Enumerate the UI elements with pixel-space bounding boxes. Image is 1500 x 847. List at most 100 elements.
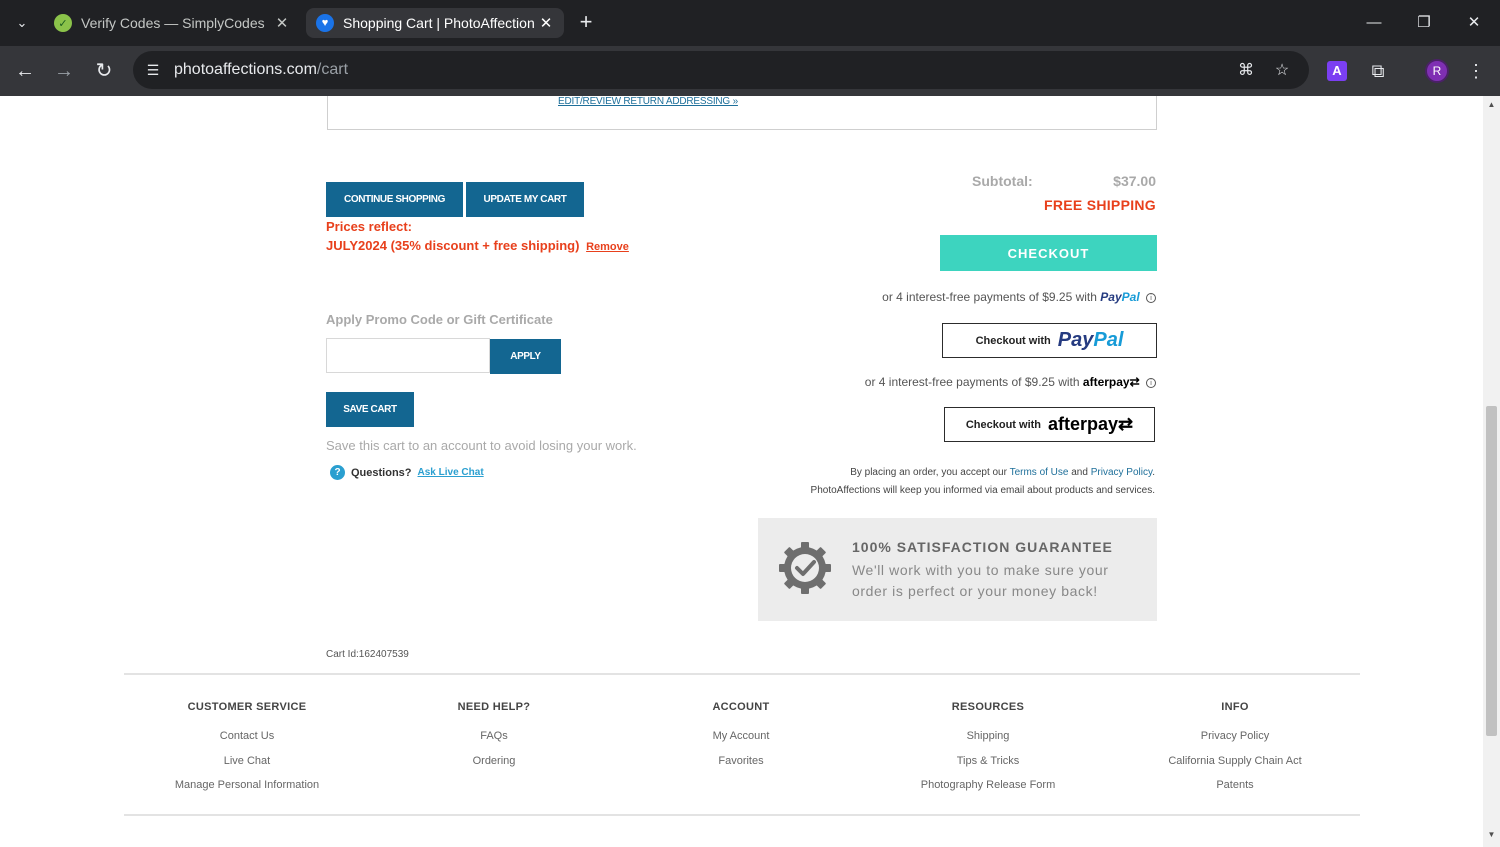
afterpay-note-text: or 4 interest-free payments of $9.25 wit…: [864, 375, 1080, 389]
checkout-button[interactable]: CHECKOUT: [940, 235, 1157, 271]
terms-and: and: [1071, 467, 1088, 478]
free-shipping-label: FREE SHIPPING: [1043, 197, 1156, 213]
scrollbar-thumb[interactable]: [1486, 406, 1497, 736]
save-cart-hint: Save this cart to an account to avoid lo…: [326, 438, 637, 453]
terms-prefix: By placing an order, you accept our: [850, 467, 1007, 478]
close-window-icon[interactable]: ✕: [1451, 8, 1497, 38]
tab-title: Verify Codes — SimplyCodes: [81, 15, 265, 31]
footer-heading: NEED HELP?: [457, 701, 531, 713]
new-tab-icon[interactable]: +: [574, 11, 598, 35]
applied-promo: JULY2024 (35% discount + free shipping) …: [326, 238, 629, 253]
afterpay-word: afterpay: [1082, 375, 1130, 389]
subtotal-value: $37.00: [1113, 173, 1156, 189]
address-bar[interactable]: ☰ photoaffections.com/cart ⌘ ☆: [133, 51, 1309, 89]
scroll-up-arrow-icon[interactable]: ▲: [1483, 100, 1500, 109]
promo-code-input[interactable]: [326, 338, 490, 373]
footer-divider-top: [124, 673, 1360, 675]
footer-column-account: ACCOUNT My Account Favorites: [621, 701, 861, 773]
edit-return-address-link[interactable]: EDIT/REVIEW RETURN ADDRESSING »: [558, 96, 738, 107]
tab-bar: ⌄ ✓ Verify Codes — SimplyCodes ✕ ♥ Shopp…: [0, 0, 1500, 46]
footer-link-ordering[interactable]: Ordering: [374, 749, 614, 774]
restore-icon[interactable]: ❐: [1401, 8, 1447, 38]
footer-divider-bottom: [124, 814, 1360, 816]
email-notice: PhotoAffections will keep you informed v…: [810, 485, 1155, 496]
footer-link-contact-us[interactable]: Contact Us: [127, 724, 367, 749]
page-content: EDIT/REVIEW RETURN ADDRESSING » CONTINUE…: [0, 96, 1483, 847]
paypal-logo-small: PayPal: [1100, 290, 1139, 304]
afterpay-logo-word: afterpay: [1048, 414, 1119, 434]
update-cart-button[interactable]: UPDATE MY CART: [466, 182, 584, 217]
translate-icon[interactable]: ⌘: [1235, 60, 1257, 82]
photoaffections-favicon-icon: ♥: [316, 14, 334, 32]
afterpay-installments-note: or 4 interest-free payments of $9.25 wit…: [865, 375, 1156, 389]
page-scrollbar[interactable]: ▲ ▼: [1483, 96, 1500, 847]
back-icon[interactable]: ←: [10, 56, 40, 86]
paypal-pal: Pal: [1121, 290, 1140, 304]
tab-shopping-cart[interactable]: ♥ Shopping Cart | PhotoAffections ✕: [306, 8, 564, 38]
info-icon[interactable]: i: [1146, 378, 1156, 388]
guarantee-badge-icon: [779, 542, 831, 594]
profile-avatar[interactable]: R: [1425, 59, 1449, 83]
terms-of-use-link[interactable]: Terms of Use: [1010, 467, 1069, 478]
privacy-policy-link[interactable]: Privacy Policy: [1091, 467, 1153, 478]
live-chat-link[interactable]: Ask Live Chat: [418, 467, 484, 478]
footer-link-my-account[interactable]: My Account: [621, 724, 861, 749]
footer-column-info: INFO Privacy Policy California Supply Ch…: [1115, 701, 1355, 798]
subtotal-label: Subtotal:: [972, 173, 1033, 189]
apply-promo-button[interactable]: APPLY: [490, 339, 561, 374]
url-host: photoaffections.com: [174, 61, 317, 78]
close-tab-icon[interactable]: ✕: [270, 14, 294, 32]
bookmark-star-icon[interactable]: ☆: [1271, 60, 1293, 82]
minimize-icon[interactable]: —: [1351, 8, 1397, 38]
footer-link-photo-release-form[interactable]: Photography Release Form: [868, 773, 1108, 798]
footer-column-need-help: NEED HELP? FAQs Ordering: [374, 701, 614, 773]
url-text[interactable]: photoaffections.com/cart: [174, 61, 348, 79]
footer-link-supply-chain-act[interactable]: California Supply Chain Act: [1115, 749, 1355, 774]
footer-link-tips-tricks[interactable]: Tips & Tricks: [868, 749, 1108, 774]
save-cart-button[interactable]: SAVE CART: [326, 392, 414, 427]
browser-toolbar: ← → ↻ ☰ photoaffections.com/cart ⌘ ☆ A ⧉…: [0, 46, 1500, 96]
footer-link-live-chat[interactable]: Live Chat: [127, 749, 367, 774]
afterpay-logo-small: afterpay⇄: [1082, 375, 1140, 389]
browser-chrome: ⌄ ✓ Verify Codes — SimplyCodes ✕ ♥ Shopp…: [0, 0, 1500, 96]
guarantee-title: 100% SATISFACTION GUARANTEE: [852, 539, 1113, 555]
question-icon: ?: [330, 465, 345, 480]
footer-heading: CUSTOMER SERVICE: [187, 701, 307, 713]
questions-label: Questions?: [351, 466, 412, 479]
tab-search-icon[interactable]: ⌄: [10, 12, 34, 34]
extension-a-icon[interactable]: A: [1327, 61, 1347, 81]
simplycodes-favicon-icon: ✓: [54, 14, 72, 32]
footer-heading: RESOURCES: [951, 701, 1025, 713]
forward-icon[interactable]: →: [49, 56, 79, 86]
scroll-down-arrow-icon[interactable]: ▼: [1483, 830, 1500, 839]
return-address-box: [327, 96, 1157, 130]
afterpay-checkout-button[interactable]: Checkout with afterpay⇄: [944, 407, 1155, 442]
footer-link-patents[interactable]: Patents: [1115, 773, 1355, 798]
footer-heading: INFO: [1221, 701, 1249, 713]
paypal-installments-note: or 4 interest-free payments of $9.25 wit…: [882, 290, 1156, 304]
remove-promo-link[interactable]: Remove: [586, 241, 629, 253]
footer-link-faqs[interactable]: FAQs: [374, 724, 614, 749]
applied-promo-text: JULY2024 (35% discount + free shipping): [326, 238, 580, 253]
tab-simplycodes[interactable]: ✓ Verify Codes — SimplyCodes ✕: [44, 8, 300, 38]
continue-shopping-button[interactable]: CONTINUE SHOPPING: [326, 182, 463, 217]
close-tab-icon[interactable]: ✕: [534, 14, 558, 32]
reload-icon[interactable]: ↻: [89, 56, 119, 86]
footer-link-privacy-policy[interactable]: Privacy Policy: [1115, 724, 1355, 749]
info-icon[interactable]: i: [1146, 293, 1156, 303]
site-info-icon[interactable]: ☰: [143, 60, 163, 80]
guarantee-text: We'll work with you to make sure your or…: [852, 562, 1109, 599]
tab-title: Shopping Cart | PhotoAffections: [343, 15, 534, 31]
menu-kebab-icon[interactable]: ⋮: [1466, 59, 1486, 83]
terms-notice: By placing an order, you accept our Term…: [850, 467, 1155, 478]
paypal-checkout-button[interactable]: Checkout with PayPal: [942, 323, 1157, 358]
footer-link-manage-personal-info[interactable]: Manage Personal Information: [127, 773, 367, 798]
checkout-with-label: Checkout with: [965, 418, 1042, 431]
extensions-icon[interactable]: ⧉: [1366, 59, 1390, 83]
prices-reflect-label: Prices reflect:: [326, 219, 412, 234]
footer-link-shipping[interactable]: Shipping: [868, 724, 1108, 749]
checkout-with-label: Checkout with: [975, 334, 1051, 347]
promo-code-label: Apply Promo Code or Gift Certificate: [326, 312, 553, 327]
footer-heading: ACCOUNT: [712, 701, 770, 713]
footer-link-favorites[interactable]: Favorites: [621, 749, 861, 774]
